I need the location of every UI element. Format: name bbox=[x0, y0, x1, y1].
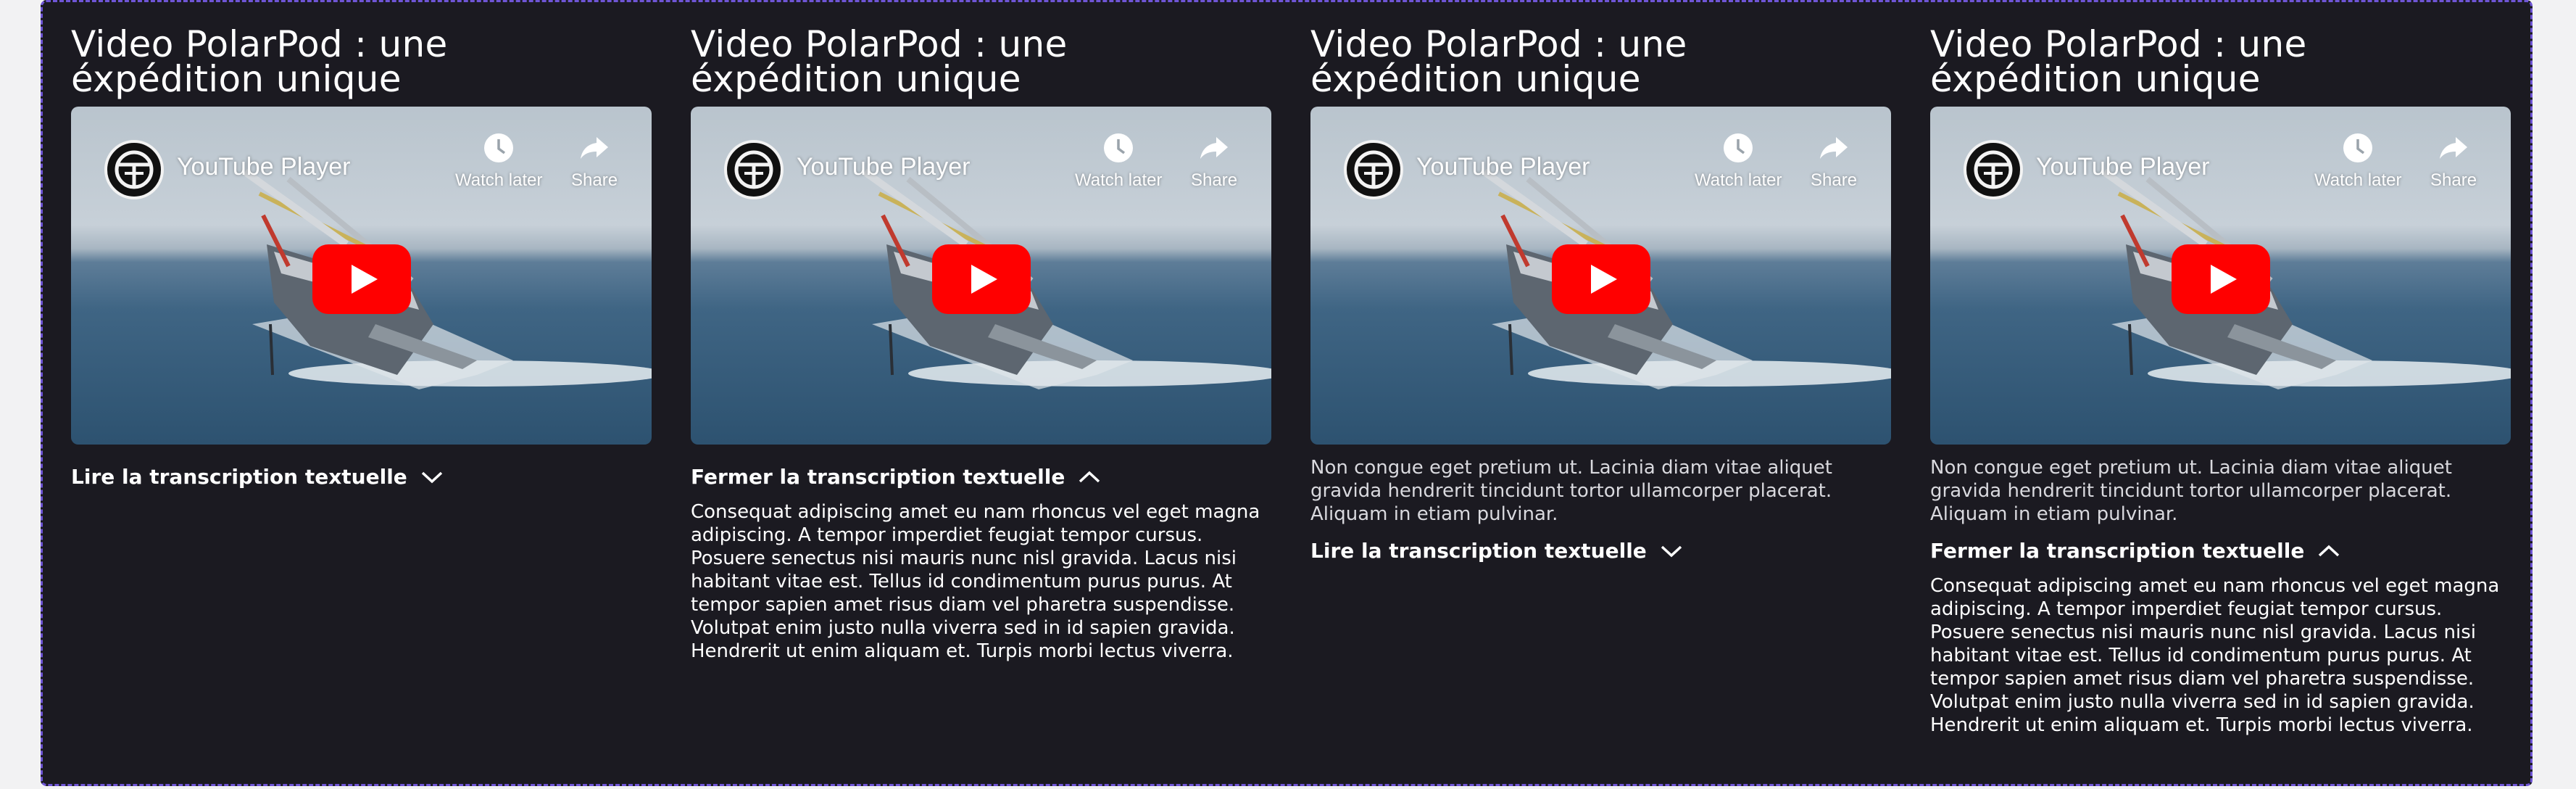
transcript-text: Consequat adipiscing amet eu nam rhoncus… bbox=[1930, 575, 2500, 736]
video-card: Video PolarPod : une éxpédition unique Y… bbox=[691, 23, 1271, 663]
card-title: Video PolarPod : une éxpédition unique bbox=[71, 23, 448, 100]
video-card: Video PolarPod : une éxpédition unique Y… bbox=[1930, 23, 2511, 737]
watch-later-button[interactable]: Watch later bbox=[1695, 131, 1782, 191]
transcript-toggle[interactable]: Lire la transcription textuelle bbox=[71, 465, 652, 489]
youtube-player[interactable]: YouTube Player Watch later Share bbox=[1310, 107, 1891, 445]
youtube-player[interactable]: YouTube Player Watch later Share bbox=[691, 107, 1271, 445]
chevron-down-icon bbox=[421, 471, 442, 483]
card-title: Video PolarPod : une éxpédition unique bbox=[1930, 23, 2307, 100]
channel-logo-icon[interactable] bbox=[104, 140, 164, 199]
share-arrow-icon bbox=[1820, 137, 1848, 159]
video-summary: Non congue eget pretium ut. Lacinia diam… bbox=[1930, 457, 2452, 525]
watch-later-label: Watch later bbox=[1695, 170, 1782, 190]
share-button[interactable]: Share bbox=[1811, 131, 1857, 191]
share-arrow-icon bbox=[2440, 137, 2468, 159]
share-button[interactable]: Share bbox=[1191, 131, 1237, 191]
share-label: Share bbox=[2430, 170, 2477, 190]
player-title[interactable]: YouTube Player bbox=[797, 153, 970, 181]
watch-later-button[interactable]: Watch later bbox=[2314, 131, 2401, 191]
chevron-down-icon bbox=[1661, 545, 1682, 557]
play-button[interactable] bbox=[932, 244, 1031, 314]
player-title[interactable]: YouTube Player bbox=[177, 153, 350, 181]
transcript-toggle-label: Lire la transcription textuelle bbox=[1310, 539, 1647, 563]
clock-icon bbox=[1104, 133, 1134, 162]
share-label: Share bbox=[571, 170, 618, 190]
share-label: Share bbox=[1811, 170, 1858, 190]
card-title: Video PolarPod : une éxpédition unique bbox=[691, 23, 1068, 100]
clock-icon bbox=[484, 133, 514, 162]
channel-logo-icon[interactable] bbox=[724, 140, 784, 199]
clock-icon bbox=[2343, 133, 2373, 162]
transcript-text: Consequat adipiscing amet eu nam rhoncus… bbox=[691, 501, 1260, 662]
share-label: Share bbox=[1191, 170, 1238, 190]
clock-icon bbox=[1724, 133, 1753, 162]
video-summary: Non congue eget pretium ut. Lacinia diam… bbox=[1310, 457, 1832, 525]
player-title[interactable]: YouTube Player bbox=[1416, 153, 1590, 181]
share-arrow-icon bbox=[581, 137, 609, 159]
watch-later-label: Watch later bbox=[2314, 170, 2402, 190]
player-title[interactable]: YouTube Player bbox=[2036, 153, 2209, 181]
video-card: Video PolarPod : une éxpédition unique Y… bbox=[1310, 23, 1891, 563]
play-button[interactable] bbox=[312, 244, 411, 314]
transcript-toggle[interactable]: Fermer la transcription textuelle bbox=[691, 465, 1271, 489]
chevron-up-icon bbox=[2319, 545, 2340, 556]
watch-later-label: Watch later bbox=[455, 170, 543, 190]
chevron-up-icon bbox=[1079, 471, 1100, 482]
share-button[interactable]: Share bbox=[2430, 131, 2477, 191]
play-button[interactable] bbox=[2172, 244, 2270, 314]
channel-logo-icon[interactable] bbox=[1964, 140, 2023, 199]
watch-later-button[interactable]: Watch later bbox=[1075, 131, 1162, 191]
transcript-toggle-label: Fermer la transcription textuelle bbox=[1930, 539, 2305, 563]
transcript-toggle[interactable]: Fermer la transcription textuelle bbox=[1930, 539, 2511, 563]
watch-later-label: Watch later bbox=[1075, 170, 1163, 190]
video-card: Video PolarPod : une éxpédition unique Y… bbox=[71, 23, 652, 489]
transcript-toggle[interactable]: Lire la transcription textuelle bbox=[1310, 539, 1891, 563]
share-button[interactable]: Share bbox=[571, 131, 618, 191]
youtube-player[interactable]: YouTube Player Watch later Share bbox=[71, 107, 652, 445]
channel-logo-icon[interactable] bbox=[1344, 140, 1403, 199]
card-title: Video PolarPod : une éxpédition unique bbox=[1310, 23, 1687, 100]
video-cards-container: Video PolarPod : une éxpédition unique Y… bbox=[41, 0, 2533, 786]
transcript-toggle-label: Lire la transcription textuelle bbox=[71, 465, 407, 489]
play-button[interactable] bbox=[1552, 244, 1650, 314]
watch-later-button[interactable]: Watch later bbox=[455, 131, 542, 191]
share-arrow-icon bbox=[1200, 137, 1229, 159]
transcript-toggle-label: Fermer la transcription textuelle bbox=[691, 465, 1065, 489]
youtube-player[interactable]: YouTube Player Watch later Share bbox=[1930, 107, 2511, 445]
